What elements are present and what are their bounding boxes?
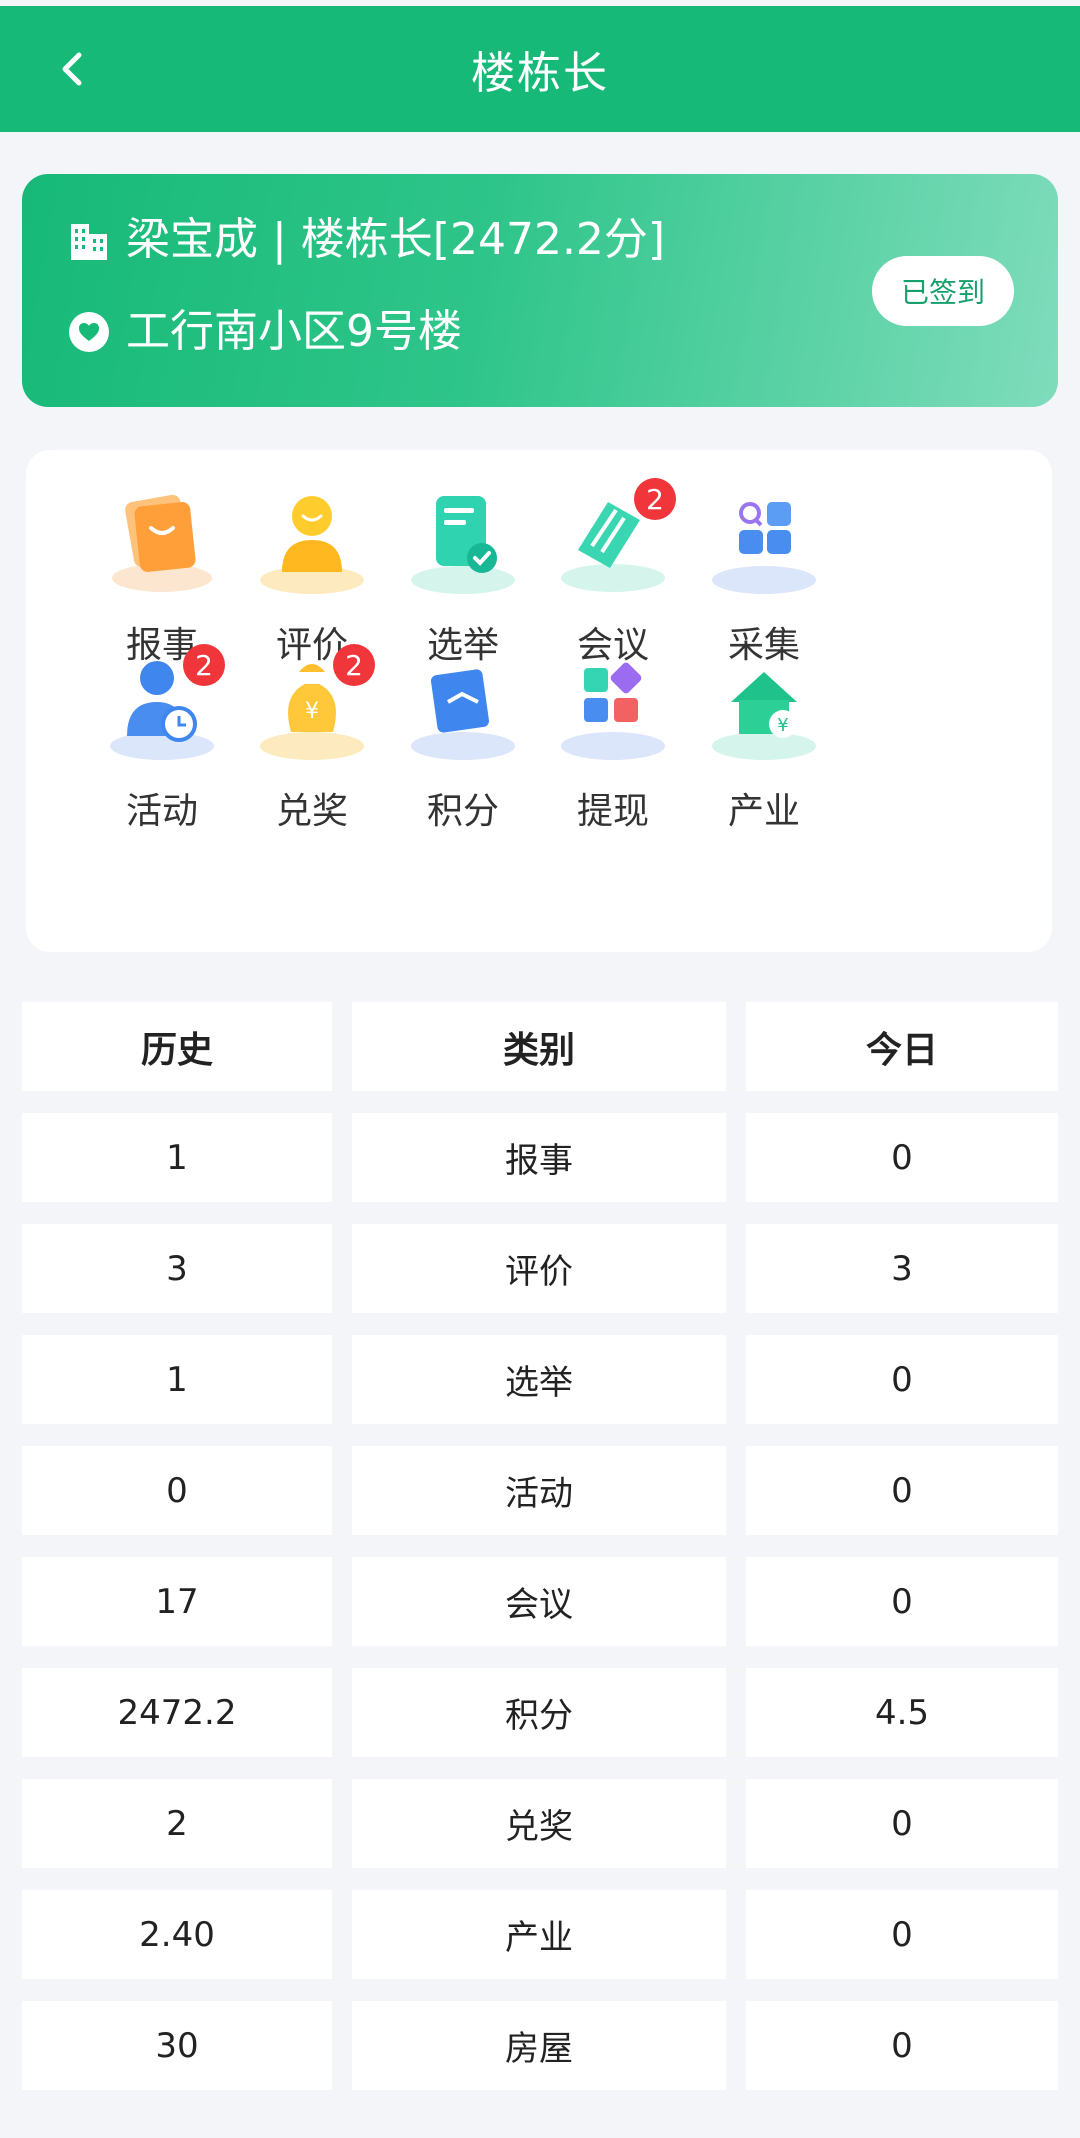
points-icon [398, 646, 528, 766]
signin-button[interactable]: 已签到 [872, 256, 1014, 326]
page-title: 楼栋长 [471, 48, 609, 99]
stats-history-value: 3 [22, 1224, 332, 1313]
stats-history-value: 17 [22, 1557, 332, 1646]
stats-header-history: 历史 [22, 1002, 332, 1091]
menu-item-label: 提现 [576, 791, 649, 832]
stats-category: 选举 [352, 1335, 726, 1424]
feature-menu-card: 报事 评价 选举 2 会议 采集 2 活动 ¥2 兑奖 积分 提现 ¥ 产业 [26, 450, 1052, 952]
industry-icon: ¥ [699, 646, 829, 766]
profile-card: 梁宝成 | 楼栋长[2472.2分] 工行南小区9号楼 已签到 [22, 174, 1058, 407]
top-app-bar: 楼栋长 [0, 6, 1080, 132]
stats-header-row: 历史 类别 今日 [22, 1002, 1058, 1091]
stats-history-value: 2.40 [22, 1890, 332, 1979]
stats-table: 历史 类别 今日 1 报事 0 3 评价 3 1 选举 0 0 活动 0 17 会议 0 2472.2 积分 4.… [22, 1002, 1058, 2112]
stats-category: 评价 [352, 1224, 726, 1313]
stats-category: 积分 [352, 1668, 726, 1757]
activity-icon: 2 [97, 644, 227, 766]
profile-address: 工行南小区9号楼 [126, 306, 462, 357]
chevron-left-icon [62, 52, 82, 86]
stats-header-today: 今日 [746, 1002, 1058, 1091]
stats-history-value: 2472.2 [22, 1668, 332, 1757]
election-icon [398, 480, 528, 600]
notification-badge: 2 [634, 478, 676, 520]
table-row: 17 会议 0 [22, 1557, 1058, 1646]
table-row: 3 评价 3 [22, 1224, 1058, 1313]
stats-category: 报事 [352, 1113, 726, 1202]
back-button[interactable] [40, 36, 106, 102]
menu-item-label: 活动 [125, 791, 198, 832]
stats-today-value: 0 [746, 1113, 1058, 1202]
stats-history-value: 0 [22, 1446, 332, 1535]
table-row: 2472.2 积分 4.5 [22, 1668, 1058, 1757]
table-row: 2.40 产业 0 [22, 1890, 1058, 1979]
menu-item-label: 产业 [727, 791, 800, 832]
menu-item-label: 积分 [426, 791, 499, 832]
table-row: 1 报事 0 [22, 1113, 1058, 1202]
menu-item-label: 兑奖 [275, 791, 348, 832]
meeting-icon: 2 [548, 478, 678, 600]
stats-history-value: 1 [22, 1335, 332, 1424]
stats-today-value: 0 [746, 1557, 1058, 1646]
stats-category: 产业 [352, 1890, 726, 1979]
location-chat-icon [66, 309, 112, 355]
stats-category: 活动 [352, 1446, 726, 1535]
notification-badge: 2 [183, 644, 225, 686]
evaluate-icon [247, 480, 377, 600]
redeem-icon: ¥2 [247, 644, 377, 766]
withdraw-icon [548, 646, 678, 766]
profile-name-and-score: 梁宝成 | 楼栋长[2472.2分] [126, 214, 666, 265]
table-row: 1 选举 0 [22, 1335, 1058, 1424]
stats-today-value: 0 [746, 1335, 1058, 1424]
stats-today-value: 0 [746, 1779, 1058, 1868]
stats-today-value: 0 [746, 2001, 1058, 2090]
stats-today-value: 4.5 [746, 1668, 1058, 1757]
stats-category: 会议 [352, 1557, 726, 1646]
stats-history-value: 1 [22, 1113, 332, 1202]
building-icon [66, 217, 112, 263]
svg-text:¥: ¥ [777, 715, 788, 736]
table-row: 2 兑奖 0 [22, 1779, 1058, 1868]
stats-history-value: 2 [22, 1779, 332, 1868]
report-icon [97, 480, 227, 600]
notification-badge: 2 [333, 644, 375, 686]
table-row: 30 房屋 0 [22, 2001, 1058, 2090]
profile-address-row: 工行南小区9号楼 [66, 304, 462, 360]
collect-icon [699, 480, 829, 600]
stats-category: 房屋 [352, 2001, 726, 2090]
stats-category: 兑奖 [352, 1779, 726, 1868]
svg-text:¥: ¥ [305, 699, 319, 724]
menu-item-industry[interactable]: ¥ 产业 [674, 646, 854, 846]
table-row: 0 活动 0 [22, 1446, 1058, 1535]
stats-today-value: 0 [746, 1446, 1058, 1535]
stats-header-category: 类别 [352, 1002, 726, 1091]
feature-menu-grid: 报事 评价 选举 2 会议 采集 2 活动 ¥2 兑奖 积分 提现 ¥ 产业 [26, 450, 1052, 952]
stats-today-value: 3 [746, 1224, 1058, 1313]
profile-name-row: 梁宝成 | 楼栋长[2472.2分] [66, 212, 665, 268]
stats-today-value: 0 [746, 1890, 1058, 1979]
stats-history-value: 30 [22, 2001, 332, 2090]
